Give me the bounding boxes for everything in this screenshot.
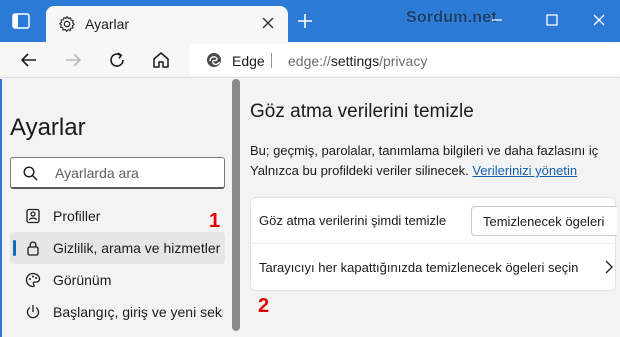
description-line-2: Yalnızca bu profildeki veriler silinecek… <box>250 163 578 178</box>
address-separator <box>271 53 272 68</box>
chevron-right-icon <box>605 260 613 274</box>
home-icon[interactable] <box>152 51 170 69</box>
tab-title: Ayarlar <box>85 16 130 32</box>
address-bar[interactable]: Edge edge://settings/privacy <box>190 44 620 76</box>
search-input[interactable] <box>55 163 215 183</box>
sidebar-item-appearance[interactable]: Görünüm <box>10 264 225 296</box>
palette-icon <box>25 272 41 288</box>
lock-icon <box>27 241 39 256</box>
settings-sidebar: Ayarlar Profiller Gizlilik, arama ve hiz… <box>0 79 232 337</box>
power-icon <box>26 305 40 319</box>
clear-data-card: Göz atma verilerini şimdi temizle Temizl… <box>250 197 617 291</box>
url-text[interactable]: edge://settings/privacy <box>288 53 427 69</box>
sidebar-item-label: Başlangıç, giriş ve yeni sekme <box>53 304 223 320</box>
close-window-icon[interactable] <box>593 14 605 26</box>
clear-on-close-label: Tarayıcıyı her kapattığınızda temizlenec… <box>259 260 579 275</box>
back-icon[interactable] <box>20 51 38 69</box>
sidebar-item-label: Profiller <box>53 208 101 224</box>
tab-actions-icon[interactable] <box>12 13 30 29</box>
tab-settings[interactable]: Ayarlar <box>46 6 288 42</box>
new-tab-icon[interactable] <box>297 13 313 29</box>
toolbar: Edge edge://settings/privacy <box>0 42 620 78</box>
sidebar-item-profiles[interactable]: Profiller <box>10 200 225 232</box>
choose-what-to-clear-button[interactable]: Temizlenecek ögeleri <box>471 206 617 236</box>
clear-on-close-row[interactable]: Tarayıcıyı her kapattığınızda temizlenec… <box>251 245 617 291</box>
annotation-marker-1: 1 <box>209 210 221 232</box>
sidebar-item-label: Görünüm <box>53 272 112 288</box>
active-indicator <box>13 240 16 256</box>
main-content: Göz atma verilerini temizle Bu; geçmiş, … <box>240 79 620 337</box>
sidebar-scrollbar[interactable] <box>232 79 240 331</box>
page-title: Göz atma verilerini temizle <box>250 101 474 122</box>
forward-icon[interactable] <box>64 51 82 69</box>
sidebar-item-privacy[interactable]: Gizlilik, arama ve hizmetler <box>10 232 225 264</box>
profile-icon <box>26 208 40 224</box>
search-icon <box>23 166 38 181</box>
sidebar-title: Ayarlar <box>10 114 86 141</box>
close-tab-icon[interactable] <box>262 17 274 29</box>
clear-now-label: Göz atma verilerini şimdi temizle <box>259 213 447 228</box>
gear-icon <box>59 15 75 32</box>
description-line-1: Bu; geçmiş, parolalar, tanımlama bilgile… <box>250 143 599 158</box>
edge-logo-icon <box>207 53 221 67</box>
clear-now-row: Göz atma verilerini şimdi temizle Temizl… <box>251 198 617 244</box>
settings-search-box[interactable] <box>10 157 225 189</box>
title-bar: Ayarlar Sordum.net <box>0 0 620 42</box>
maximize-icon[interactable] <box>546 14 558 26</box>
minimize-icon[interactable] <box>491 14 503 26</box>
sidebar-item-label: Gizlilik, arama ve hizmetler <box>53 240 221 256</box>
sidebar-item-startup[interactable]: Başlangıç, giriş ve yeni sekme <box>10 296 225 328</box>
site-label: Edge <box>232 53 265 69</box>
annotation-marker-2: 2 <box>258 295 270 317</box>
manage-data-link[interactable]: Verilerinizi yönetin <box>472 163 577 178</box>
watermark: Sordum.net <box>406 9 497 26</box>
refresh-icon[interactable] <box>108 51 126 69</box>
